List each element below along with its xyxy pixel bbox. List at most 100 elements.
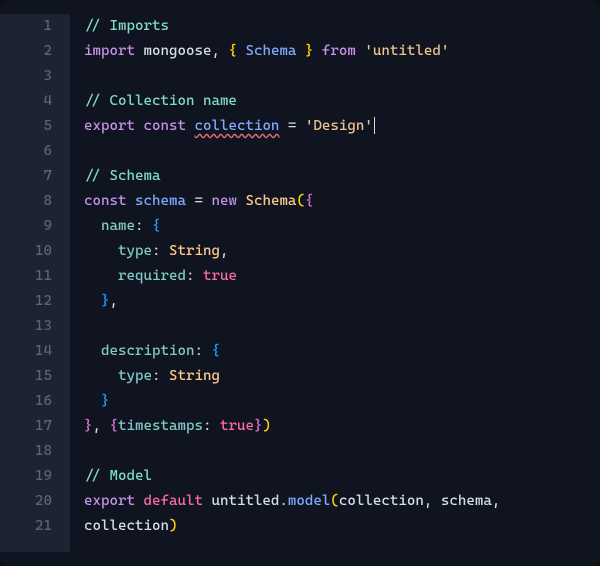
code-token: collection xyxy=(84,518,169,534)
line-number: 19 xyxy=(0,464,52,489)
code-token: ( xyxy=(296,193,305,209)
code-token: { xyxy=(228,43,245,59)
code-editor[interactable]: 123456789101112131415161718192021 // Imp… xyxy=(0,0,600,566)
code-line[interactable]: type: String xyxy=(84,364,600,389)
code-token: model xyxy=(288,493,330,509)
code-line[interactable]: // Imports xyxy=(84,14,600,39)
code-token: // Schema xyxy=(84,168,160,184)
line-number: 9 xyxy=(0,214,52,239)
code-token: import xyxy=(84,43,143,59)
code-token: type xyxy=(118,368,152,384)
line-number: 21 xyxy=(0,514,52,539)
code-line[interactable]: type: String, xyxy=(84,239,600,264)
code-line[interactable]: required: true xyxy=(84,264,600,289)
code-token: ) xyxy=(169,518,178,534)
code-token: , xyxy=(424,493,441,509)
code-token: String xyxy=(169,243,220,259)
code-token: schema xyxy=(441,493,492,509)
code-token: . xyxy=(279,493,288,509)
line-number: 4 xyxy=(0,89,52,114)
code-token xyxy=(84,343,101,359)
code-line[interactable]: }, xyxy=(84,289,600,314)
code-token: : xyxy=(135,218,152,234)
line-number: 10 xyxy=(0,239,52,264)
code-line[interactable]: description: { xyxy=(84,339,600,364)
code-token: , xyxy=(220,243,229,259)
code-token: : xyxy=(194,343,211,359)
code-token xyxy=(84,393,101,409)
code-token: 'Design' xyxy=(305,118,373,134)
code-token: } xyxy=(84,418,93,434)
code-token: { xyxy=(211,343,220,359)
code-token xyxy=(84,243,118,259)
code-line[interactable]: // Collection name xyxy=(84,89,600,114)
line-number: 17 xyxy=(0,414,52,439)
code-token: // Collection name xyxy=(84,93,237,109)
text-cursor xyxy=(374,117,375,134)
line-number: 13 xyxy=(0,314,52,339)
code-line[interactable]: // Schema xyxy=(84,164,600,189)
code-token: , xyxy=(492,493,501,509)
code-token: : xyxy=(186,268,203,284)
line-number: 2 xyxy=(0,39,52,64)
code-line[interactable]: export const collection = 'Design' xyxy=(84,114,600,139)
code-token: type xyxy=(118,243,152,259)
code-token: } xyxy=(101,293,110,309)
code-token: timestamps xyxy=(118,418,203,434)
line-number: 16 xyxy=(0,389,52,414)
code-token: description xyxy=(101,343,194,359)
code-token: : xyxy=(152,368,169,384)
code-token: // Imports xyxy=(84,18,169,34)
line-number: 5 xyxy=(0,114,52,139)
code-token: default xyxy=(143,493,211,509)
code-token: true xyxy=(203,268,237,284)
code-token: } xyxy=(101,393,110,409)
code-token: ( xyxy=(330,493,339,509)
code-token: } xyxy=(296,43,313,59)
code-line[interactable]: collection) xyxy=(84,514,600,539)
code-token: , xyxy=(211,43,228,59)
code-area[interactable]: // Imports import mongoose, { Schema } fr… xyxy=(70,14,600,552)
line-number: 8 xyxy=(0,189,52,214)
code-token: export xyxy=(84,493,143,509)
code-token: , xyxy=(110,293,119,309)
line-number: 14 xyxy=(0,339,52,364)
code-line[interactable]: } xyxy=(84,389,600,414)
code-token: : xyxy=(203,418,220,434)
code-token: untitled xyxy=(211,493,279,509)
line-number: 11 xyxy=(0,264,52,289)
line-number: 7 xyxy=(0,164,52,189)
line-number: 6 xyxy=(0,139,52,164)
code-token: export xyxy=(84,118,143,134)
code-token: true xyxy=(220,418,254,434)
code-token: new xyxy=(211,193,245,209)
code-line[interactable]: name: { xyxy=(84,214,600,239)
code-line[interactable] xyxy=(84,439,600,464)
code-token: name xyxy=(101,218,135,234)
code-line[interactable]: // Model xyxy=(84,464,600,489)
code-token: String xyxy=(169,368,220,384)
code-line[interactable]: }, {timestamps: true}) xyxy=(84,414,600,439)
line-number: 12 xyxy=(0,289,52,314)
code-token: const xyxy=(84,193,135,209)
code-token xyxy=(84,368,118,384)
code-token: Schema xyxy=(245,193,296,209)
code-token: { xyxy=(305,193,314,209)
line-number: 20 xyxy=(0,489,52,514)
code-token: { xyxy=(152,218,161,234)
code-line[interactable] xyxy=(84,64,600,89)
code-token: required xyxy=(118,268,186,284)
code-token: from xyxy=(313,43,364,59)
line-number: 1 xyxy=(0,14,52,39)
code-line[interactable]: import mongoose, { Schema } from 'untitl… xyxy=(84,39,600,64)
code-token: Schema xyxy=(245,43,296,59)
code-token: mongoose xyxy=(143,43,211,59)
line-number: 3 xyxy=(0,64,52,89)
code-token: schema xyxy=(135,193,186,209)
code-token: = xyxy=(279,118,305,134)
code-token: collection xyxy=(194,118,279,134)
code-line[interactable]: const schema = new Schema({ xyxy=(84,189,600,214)
code-line[interactable] xyxy=(84,314,600,339)
code-line[interactable] xyxy=(84,139,600,164)
code-line[interactable]: export default untitled.model(collection… xyxy=(84,489,600,514)
